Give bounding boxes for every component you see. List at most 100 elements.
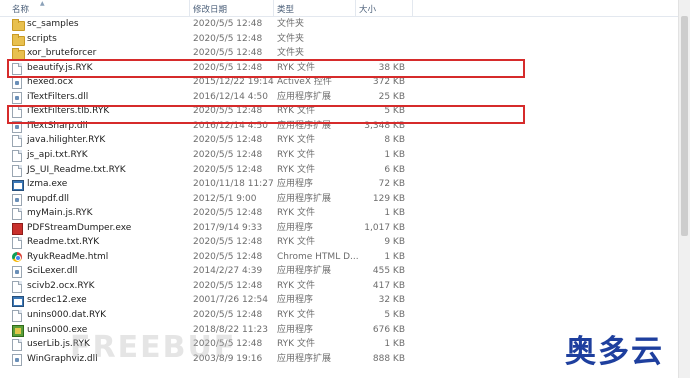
vertical-scrollbar[interactable] xyxy=(678,0,690,378)
file-date: 2001/7/26 12:54 xyxy=(193,295,268,306)
file-name: RyukReadMe.html xyxy=(27,251,109,262)
column-header-name[interactable]: 名称 xyxy=(12,3,29,15)
dll-icon xyxy=(12,266,22,279)
file-icon xyxy=(12,339,22,352)
file-name: myMain.js.RYK xyxy=(27,208,93,219)
file-type: RYK 文件 xyxy=(277,310,315,320)
file-row[interactable]: scripts 2020/5/5 12:48 文件夹 xyxy=(0,32,678,47)
file-date: 2020/5/5 12:48 xyxy=(193,19,263,29)
column-divider[interactable] xyxy=(412,0,413,16)
file-row[interactable]: RyukReadMe.html 2020/5/5 12:48 Chrome HTML… xyxy=(0,250,678,265)
highlight-box-beautify xyxy=(7,59,525,78)
column-divider[interactable] xyxy=(355,0,356,16)
file-size: 1 KB xyxy=(384,208,405,219)
file-name: mupdf.dll xyxy=(27,193,69,204)
file-size: 1,017 KB xyxy=(364,222,405,233)
highlight-box-itextfilters-tlb xyxy=(7,105,525,124)
installer-icon xyxy=(12,324,24,337)
file-row[interactable]: JS_UI_Readme.txt.RYK 2020/5/5 12:48 RYK 文件… xyxy=(0,163,678,178)
dll-icon xyxy=(12,91,22,104)
file-icon xyxy=(12,208,22,221)
file-date: 2016/12/14 4:50 xyxy=(193,91,268,102)
file-name: Readme.txt.RYK xyxy=(27,237,100,248)
file-type: RYK 文件 xyxy=(277,135,315,146)
file-type: 应用程序扩展 xyxy=(277,91,332,102)
file-type: RYK 文件 xyxy=(277,208,315,219)
file-row[interactable]: sc_samples 2020/5/5 12:48 文件夹 xyxy=(0,17,678,32)
file-type: 应用程序扩展 xyxy=(277,266,332,277)
file-size: 372 KB xyxy=(372,77,405,88)
file-date: 2012/5/1 9:00 xyxy=(193,193,257,204)
sort-arrow-icon: ▲ xyxy=(40,0,45,7)
file-name: js_api.txt.RYK xyxy=(27,149,88,160)
file-row[interactable]: mupdf.dll 2012/5/1 9:00 应用程序扩展 129 KB xyxy=(0,192,678,207)
file-row[interactable]: js_api.txt.RYK 2020/5/5 12:48 RYK 文件 1 KB xyxy=(0,148,678,163)
folder-icon xyxy=(12,33,25,46)
file-size: 888 KB xyxy=(372,353,405,364)
file-size: 1 KB xyxy=(384,339,405,350)
pdf-icon xyxy=(12,222,23,235)
column-header-type[interactable]: 类型 xyxy=(277,3,294,15)
file-row[interactable]: scivb2.ocx.RYK 2020/5/5 12:48 RYK 文件 417 KB xyxy=(0,279,678,294)
brand-watermark: 奥多云 xyxy=(565,334,664,370)
file-size: 8 KB xyxy=(384,135,405,146)
file-date: 2010/11/18 11:27 xyxy=(193,179,274,190)
file-name: iTextFilters.dll xyxy=(27,91,89,102)
scrollbar-thumb[interactable] xyxy=(681,16,688,236)
file-row[interactable]: iTextFilters.dll 2016/12/14 4:50 应用程序扩展 25 … xyxy=(0,90,678,105)
file-type: 应用程序 xyxy=(277,295,314,306)
file-row[interactable]: PDFStreamDumper.exe 2017/9/14 9:33 应用程序 1,0… xyxy=(0,221,678,236)
file-icon xyxy=(12,164,22,177)
file-size: 676 KB xyxy=(372,324,405,335)
file-size: 129 KB xyxy=(372,193,405,204)
file-name: SciLexer.dll xyxy=(27,266,78,277)
file-type: 应用程序 xyxy=(277,179,314,190)
file-size: 1 KB xyxy=(384,149,405,160)
file-date: 2020/5/5 12:48 xyxy=(193,251,263,262)
freebuf-watermark: FREEBUF xyxy=(70,330,237,365)
file-date: 2020/5/5 12:48 xyxy=(193,280,263,291)
column-header-date[interactable]: 修改日期 xyxy=(193,3,227,15)
file-row[interactable]: SciLexer.dll 2014/2/27 4:39 应用程序扩展 455 KB xyxy=(0,264,678,279)
file-row[interactable]: java.hilighter.RYK 2020/5/5 12:48 RYK 文件 8 … xyxy=(0,133,678,148)
file-size: 417 KB xyxy=(372,280,405,291)
file-date: 2020/5/5 12:48 xyxy=(193,33,263,44)
file-row[interactable]: Readme.txt.RYK 2020/5/5 12:48 RYK 文件 9 KB xyxy=(0,235,678,250)
file-type: RYK 文件 xyxy=(277,149,315,160)
column-divider[interactable] xyxy=(273,0,274,16)
file-size: 455 KB xyxy=(372,266,405,277)
file-name: scrdec12.exe xyxy=(27,295,87,306)
file-name: lzma.exe xyxy=(27,179,68,190)
file-icon xyxy=(12,149,22,162)
dll-icon xyxy=(12,77,22,90)
file-date: 2020/5/5 12:48 xyxy=(193,310,263,320)
file-row[interactable]: unins000.dat.RYK 2020/5/5 12:48 RYK 文件 5 KB xyxy=(0,308,678,323)
dll-icon xyxy=(12,193,22,206)
file-name: java.hilighter.RYK xyxy=(27,135,106,146)
file-type: RYK 文件 xyxy=(277,339,315,350)
chrome-icon xyxy=(12,251,22,262)
exe-icon xyxy=(12,180,24,192)
column-divider[interactable] xyxy=(189,0,190,16)
file-row[interactable]: myMain.js.RYK 2020/5/5 12:48 RYK 文件 1 KB xyxy=(0,206,678,221)
file-name: sc_samples xyxy=(27,19,79,29)
file-row[interactable]: lzma.exe 2010/11/18 11:27 应用程序 72 KB xyxy=(0,177,678,192)
file-date: 2020/5/5 12:48 xyxy=(193,164,263,175)
file-type: 应用程序扩展 xyxy=(277,353,332,364)
file-icon xyxy=(12,135,22,148)
file-row[interactable]: scrdec12.exe 2001/7/26 12:54 应用程序 32 KB xyxy=(0,293,678,308)
dll-icon xyxy=(12,353,22,366)
file-icon xyxy=(12,310,22,322)
file-date: 2017/9/14 9:33 xyxy=(193,222,263,233)
file-name: scivb2.ocx.RYK xyxy=(27,280,95,291)
file-size: 32 KB xyxy=(378,295,405,306)
column-header-size[interactable]: 大小 xyxy=(359,3,376,15)
file-type: 应用程序扩展 xyxy=(277,193,332,204)
file-size: 25 KB xyxy=(378,91,405,102)
file-name: unins000.dat.RYK xyxy=(27,310,107,320)
file-size: 5 KB xyxy=(384,310,405,320)
file-type: ActiveX 控件 xyxy=(277,77,332,88)
column-header-bar: ▲ 名称 修改日期 类型 大小 xyxy=(0,0,690,17)
file-date: 2014/2/27 4:39 xyxy=(193,266,263,277)
file-date: 2020/5/5 12:48 xyxy=(193,149,263,160)
